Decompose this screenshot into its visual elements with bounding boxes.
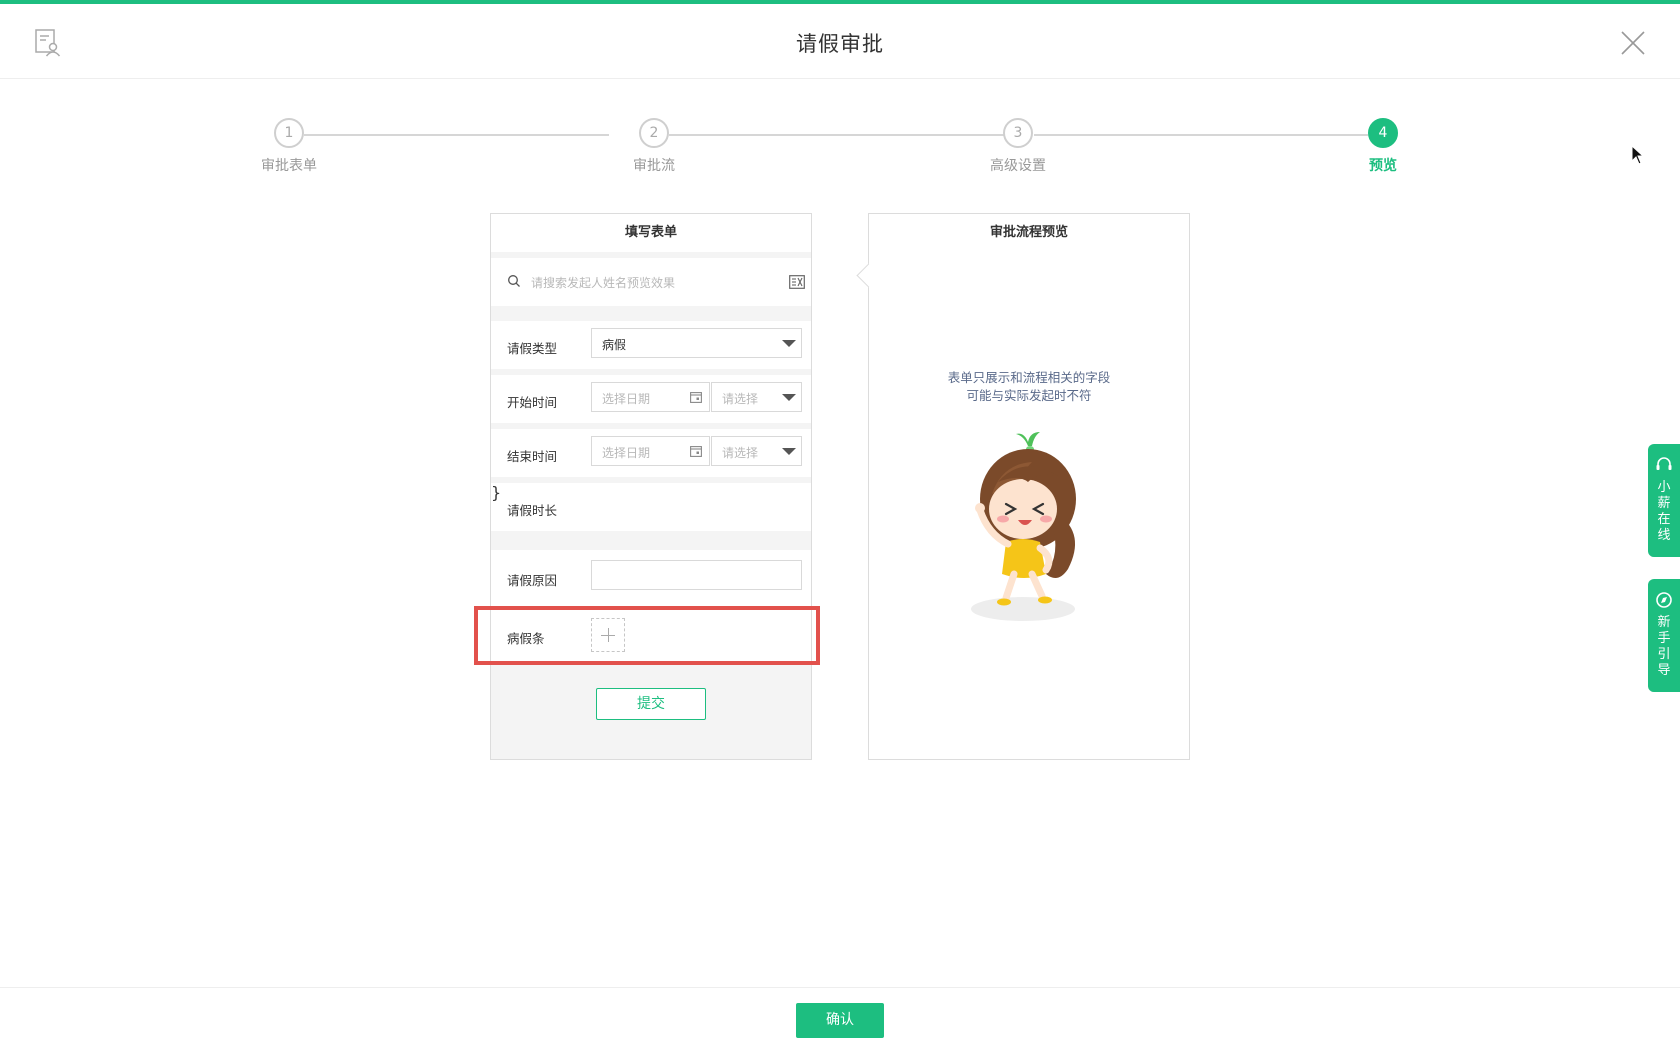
- leave-type-value: 病假: [602, 338, 627, 352]
- search-row[interactable]: 请搜索发起人姓名预览效果: [491, 258, 811, 306]
- tab-char: 薪: [1657, 496, 1671, 511]
- leave-type-select[interactable]: 病假: [591, 328, 802, 358]
- reason-input[interactable]: [591, 560, 802, 590]
- tab-char: 新: [1657, 615, 1671, 630]
- start-time-label: 开始时间: [507, 395, 558, 410]
- form-panel: 填写表单 请搜索发起人姓名预览效果 请假类型 病假 开始时间 选择日期 请选择 …: [490, 213, 812, 760]
- leave-type-label: 请假类型: [507, 341, 558, 356]
- preview-note-line1: 表单只展示和流程相关的字段: [947, 370, 1111, 385]
- step-connector: [304, 134, 609, 136]
- preview-panel-title: 审批流程预览: [869, 214, 1189, 252]
- highlight-annotation-box: [474, 606, 820, 665]
- end-date-picker[interactable]: 选择日期: [591, 436, 710, 466]
- tab-char: 导: [1657, 663, 1671, 678]
- step-2[interactable]: 2 审批流: [594, 118, 714, 175]
- compass-icon: [1656, 592, 1672, 608]
- end-time-row: 结束时间 选择日期 请选择: [491, 429, 811, 477]
- preview-note-line2: 可能与实际发起时不符: [966, 388, 1092, 403]
- online-support-tab[interactable]: 小 薪 在 线: [1648, 444, 1680, 557]
- step-number: 2: [639, 118, 669, 148]
- tab-char: 小: [1657, 480, 1671, 495]
- footer: 确认: [0, 987, 1680, 1051]
- page-title: 请假审批: [796, 32, 884, 56]
- preview-panel: 审批流程预览 表单只展示和流程相关的字段 可能与实际发起时不符: [856, 213, 1190, 760]
- confirm-button[interactable]: 确认: [796, 1003, 884, 1038]
- step-number: 1: [274, 118, 304, 148]
- step-label: 审批表单: [261, 158, 317, 174]
- step-connector: [1034, 134, 1368, 136]
- step-1[interactable]: 1 审批表单: [229, 118, 349, 175]
- end-time-label: 结束时间: [507, 449, 558, 464]
- stepper: 1 审批表单 2 审批流 3 高级设置 4 预览: [0, 118, 1680, 188]
- beginner-guide-tab[interactable]: 新 手 引 导: [1648, 579, 1680, 692]
- header: 请假审批: [0, 4, 1680, 79]
- beginner-guide-label: 新 手 引 导: [1648, 615, 1680, 679]
- reason-label: 请假原因: [507, 573, 558, 588]
- start-time-placeholder: 请选择: [722, 392, 759, 406]
- calendar-icon: [690, 392, 702, 403]
- step-label: 高级设置: [990, 158, 1046, 174]
- end-date-placeholder: 选择日期: [602, 446, 651, 460]
- calendar-icon: [690, 446, 702, 457]
- step-number: 3: [1003, 118, 1033, 148]
- start-date-picker[interactable]: 选择日期: [591, 382, 710, 412]
- leave-type-row: 请假类型 病假: [491, 321, 811, 369]
- end-time-placeholder: 请选择: [722, 446, 759, 460]
- mouse-cursor-icon: [1631, 145, 1645, 165]
- duration-row: 请假时长 }: [491, 483, 811, 531]
- duration-label: 请假时长: [507, 503, 558, 518]
- submit-button[interactable]: 提交: [596, 688, 706, 720]
- reason-row: 请假原因: [491, 550, 811, 604]
- panel-pointer: [856, 263, 881, 288]
- step-number: 4: [1368, 118, 1398, 148]
- step-3[interactable]: 3 高级设置: [958, 118, 1078, 175]
- contact-card-icon[interactable]: [789, 275, 805, 289]
- start-time-select[interactable]: 请选择: [711, 382, 802, 412]
- tab-char: 手: [1657, 631, 1671, 646]
- tab-char: 在: [1657, 512, 1671, 527]
- cartoon-girl-illustration: [971, 432, 1076, 621]
- chevron-down-icon: [782, 448, 796, 455]
- chevron-down-icon: [782, 340, 796, 347]
- online-support-label: 小 薪 在 线: [1648, 480, 1680, 544]
- step-label: 审批流: [633, 158, 675, 174]
- start-time-row: 开始时间 选择日期 请选择: [491, 375, 811, 423]
- headset-icon: [1656, 457, 1672, 470]
- start-date-placeholder: 选择日期: [602, 392, 651, 406]
- search-input[interactable]: 请搜索发起人姓名预览效果: [531, 274, 675, 291]
- close-icon[interactable]: [1620, 30, 1646, 56]
- step-connector: [669, 134, 1004, 136]
- tab-char: 线: [1657, 528, 1671, 543]
- chevron-down-icon: [782, 394, 796, 401]
- search-icon: [508, 275, 520, 287]
- end-time-select[interactable]: 请选择: [711, 436, 802, 466]
- form-panel-title: 填写表单: [491, 214, 811, 252]
- step-4[interactable]: 4 预览: [1323, 118, 1443, 175]
- step-label: 预览: [1369, 158, 1397, 174]
- tab-char: 引: [1657, 647, 1671, 662]
